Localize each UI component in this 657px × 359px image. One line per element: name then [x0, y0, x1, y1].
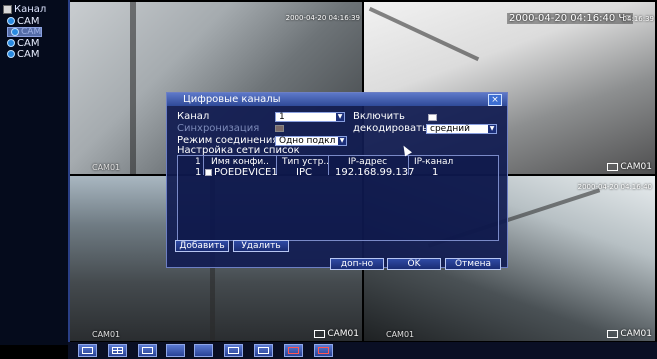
tile-camera-label: CAM01	[607, 162, 652, 172]
table-cell: POEDEVICE1	[214, 167, 278, 178]
sidebar-item-cam-1[interactable]: CAM	[7, 15, 40, 27]
camera-icon	[7, 17, 15, 25]
tile-camera-label-right: CAM01	[314, 329, 359, 339]
record-icon	[607, 330, 619, 338]
record-icon[interactable]	[284, 344, 303, 357]
table-cell: 1	[195, 167, 202, 178]
channel-tree-title[interactable]: Канал	[3, 4, 46, 15]
arrow-right-icon[interactable]	[194, 344, 213, 357]
collapse-icon[interactable]	[3, 5, 12, 14]
table-cell: IPC	[296, 167, 312, 178]
channel-tree: Канал CAM CAM CAM CAM	[0, 0, 70, 345]
camera-icon	[11, 28, 19, 36]
ok-button[interactable]: OK	[387, 258, 441, 270]
decode-label: декодировать	[353, 123, 428, 134]
camera-icon	[7, 39, 15, 47]
record-icon	[314, 330, 326, 338]
dialog-title: Цифровые каналы	[167, 93, 507, 106]
sidebar-item-label: CAM	[17, 48, 40, 60]
tile-timestamp: 2000-04-20 04:16:40	[577, 183, 652, 191]
video-scene	[368, 6, 480, 62]
sidebar-item-cam-4[interactable]: CAM	[7, 48, 40, 60]
sync-checkbox[interactable]	[275, 125, 284, 132]
single-view-icon[interactable]	[78, 344, 97, 357]
table-header: Тип устр..	[282, 157, 330, 167]
channel-label: Канал	[177, 111, 210, 122]
table-header: IP-канал	[414, 157, 454, 167]
column-divider	[328, 156, 329, 175]
table-header: IP-адрес	[348, 157, 388, 167]
quad-view-icon[interactable]	[108, 344, 127, 357]
tile-camera-label: CAM01	[386, 330, 415, 339]
decode-select[interactable]: средний ▼	[426, 124, 497, 134]
chevron-down-icon: ▼	[336, 113, 344, 121]
digital-channels-dialog: Цифровые каналы × Канал 1 ▼ Включить Синх…	[166, 92, 508, 270]
fullscreen-icon[interactable]	[138, 344, 157, 357]
chevron-down-icon: ▼	[488, 125, 496, 133]
row-checkbox[interactable]	[205, 169, 212, 176]
add-button[interactable]: Добавить	[175, 240, 229, 252]
tile-timestamp: 2000-04-20 04:16:39	[285, 14, 360, 22]
arrow-left-icon[interactable]	[166, 344, 185, 357]
monitor-icon[interactable]	[254, 344, 273, 357]
table-cell: 1	[432, 167, 439, 178]
device-table: 1 Имя конфи.. Тип устр.. IP-адрес IP-кан…	[177, 155, 499, 241]
cancel-button[interactable]: Отмена	[445, 258, 501, 270]
sidebar-item-cam-3[interactable]: CAM	[7, 37, 40, 49]
tile-timestamp-small: 04:16:39	[622, 15, 654, 23]
sidebar-item-label: CAM	[17, 37, 40, 49]
tile-timestamp: 2000-04-20 04:16:40 Чт	[507, 13, 634, 24]
delete-button[interactable]: Удалить	[233, 240, 289, 252]
tile-camera-label: CAM01	[92, 163, 121, 172]
sidebar-item-label: CAM	[17, 15, 40, 27]
table-header: 1	[195, 157, 201, 167]
channel-tree-label: Канал	[14, 4, 47, 15]
sidebar-item-cam-2[interactable]: CAM	[7, 26, 43, 37]
bottom-toolbar	[68, 342, 657, 359]
channel-select[interactable]: 1 ▼	[275, 112, 345, 122]
video-scene	[130, 2, 136, 174]
column-divider	[203, 156, 204, 175]
enable-label: Включить	[353, 111, 405, 122]
tile-camera-label: CAM01	[92, 330, 121, 339]
sidebar-item-label: CAM	[21, 26, 42, 37]
camera-icon	[7, 50, 15, 58]
chevron-down-icon: ▼	[338, 137, 346, 145]
record-icon	[607, 163, 619, 171]
sync-label: Синхронизация	[177, 123, 260, 134]
table-header: Имя конфи..	[211, 157, 269, 167]
extra-button[interactable]: доп-но	[330, 258, 384, 270]
playback-icon[interactable]	[224, 344, 243, 357]
tile-camera-label-right: CAM01	[607, 329, 652, 339]
enable-checkbox[interactable]	[428, 114, 437, 121]
table-cell: 192.168.99.137	[335, 167, 415, 178]
alarm-icon[interactable]	[314, 344, 333, 357]
close-icon[interactable]: ×	[488, 94, 502, 106]
